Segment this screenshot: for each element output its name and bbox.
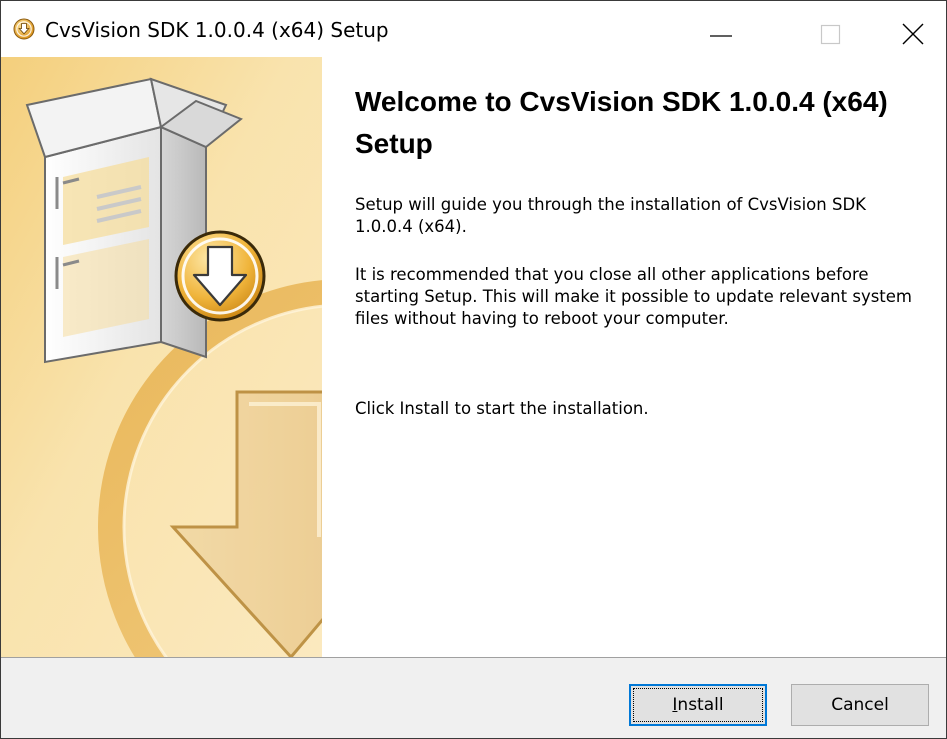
recommendation-text: It is recommended that you close all oth… <box>355 265 913 328</box>
download-arrow-icon <box>174 230 266 322</box>
install-button[interactable]: Install <box>629 684 767 726</box>
minimize-button[interactable] <box>676 1 766 59</box>
intro-text: Setup will guide you through the install… <box>355 195 866 236</box>
welcome-panel: Welcome to CvsVision SDK 1.0.0.4 (x64) S… <box>322 57 946 657</box>
welcome-banner <box>1 57 322 657</box>
maximize-button[interactable] <box>766 1 856 59</box>
install-button-label: Install <box>672 695 723 715</box>
cancel-button[interactable]: Cancel <box>791 684 929 726</box>
window-title: CvsVision SDK 1.0.0.4 (x64) Setup <box>45 18 389 42</box>
instruction-text: Click Install to start the installation. <box>355 399 649 418</box>
title-bar[interactable]: CvsVision SDK 1.0.0.4 (x64) Setup <box>1 1 946 57</box>
maximize-icon <box>820 24 841 45</box>
minimize-icon <box>710 35 732 37</box>
button-bar: Install Cancel <box>1 657 946 738</box>
welcome-heading: Welcome to CvsVision SDK 1.0.0.4 (x64) S… <box>355 86 888 159</box>
installer-window: CvsVision SDK 1.0.0.4 (x64) Setup Welcom… <box>0 0 947 739</box>
installer-app-icon <box>13 18 35 40</box>
install-label-rest: nstall <box>677 695 724 715</box>
close-icon <box>902 23 924 45</box>
close-button[interactable] <box>856 1 946 59</box>
